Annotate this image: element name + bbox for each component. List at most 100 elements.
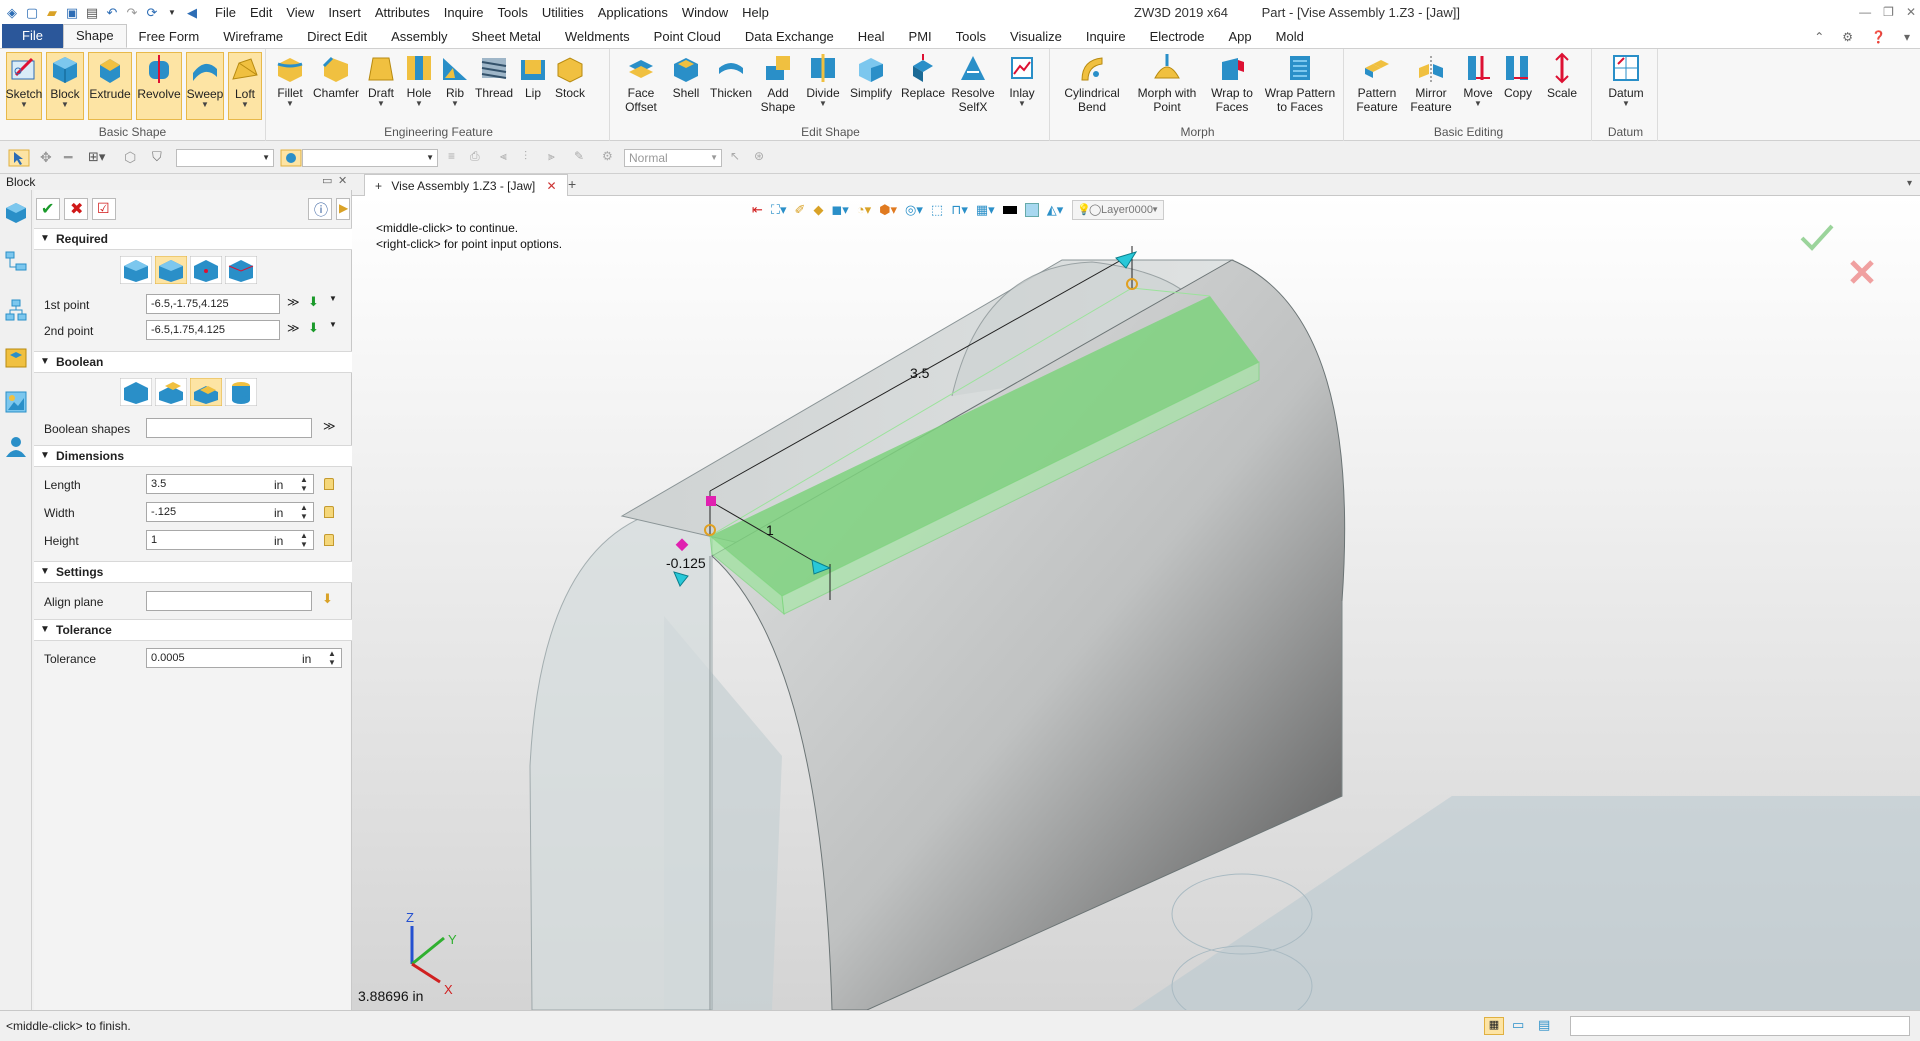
dropdown-chevron-icon[interactable]: ▼ bbox=[164, 5, 180, 21]
scale-button[interactable]: Scale bbox=[1542, 52, 1582, 100]
menu-edit[interactable]: Edit bbox=[243, 0, 279, 25]
save-icon[interactable]: ▣ bbox=[64, 5, 80, 21]
assembly-tree-icon[interactable] bbox=[4, 298, 28, 322]
revolve-button[interactable]: Revolve bbox=[136, 52, 182, 120]
new-file-icon[interactable]: ▢ bbox=[24, 5, 40, 21]
lip-button[interactable]: Lip bbox=[518, 52, 548, 100]
section-view-icon[interactable]: ⊓▾ bbox=[951, 202, 968, 218]
pin-icon[interactable]: ▭ bbox=[322, 174, 332, 187]
tab-point-cloud[interactable]: Point Cloud bbox=[642, 26, 733, 48]
extrude-button[interactable]: Extrude bbox=[88, 52, 132, 120]
menu-window[interactable]: Window bbox=[675, 0, 735, 25]
intersect-boolean-icon[interactable] bbox=[225, 378, 257, 406]
filter-type-select[interactable]: ▼ bbox=[176, 149, 274, 167]
menu-utilities[interactable]: Utilities bbox=[535, 0, 591, 25]
tab-visualize[interactable]: Visualize bbox=[998, 26, 1074, 48]
block-two-corner-icon[interactable] bbox=[120, 256, 152, 284]
datum-button[interactable]: Datum ▼ bbox=[1602, 52, 1650, 108]
width-dimension-text[interactable]: -0.125 bbox=[666, 555, 706, 571]
help-icon[interactable]: ❓ bbox=[1871, 25, 1886, 49]
chamfer-button[interactable]: Chamfer bbox=[312, 52, 360, 100]
menu-insert[interactable]: Insert bbox=[321, 0, 368, 25]
info-button[interactable]: ⓘ bbox=[308, 198, 332, 220]
height-spinner[interactable]: ▲ ▼ bbox=[300, 531, 308, 549]
window-icon[interactable]: ▤ bbox=[1538, 1017, 1550, 1033]
point-pick-icon[interactable]: ⬇ bbox=[308, 320, 319, 336]
cylindrical-bend-button[interactable]: Cylindrical Bend bbox=[1060, 52, 1124, 114]
shape-filter-icon[interactable]: ◆ bbox=[813, 202, 823, 218]
visual-styles-icon[interactable] bbox=[4, 390, 28, 414]
command-input[interactable] bbox=[1570, 1016, 1910, 1036]
material-icon[interactable]: ◭▾ bbox=[1047, 202, 1064, 218]
user-account-icon[interactable] bbox=[4, 435, 28, 459]
filter-line-icon[interactable]: ━ bbox=[64, 149, 80, 167]
menu-file[interactable]: File bbox=[208, 0, 243, 25]
back-arrow-icon[interactable]: ◀ bbox=[184, 5, 200, 21]
draft-button[interactable]: Draft ▼ bbox=[364, 52, 398, 108]
tab-sheet-metal[interactable]: Sheet Metal bbox=[460, 26, 553, 48]
shaded-cube-icon[interactable]: ◼▾ bbox=[831, 202, 848, 218]
block-center-icon[interactable] bbox=[155, 256, 187, 284]
wrap-pattern-button[interactable]: Wrap Pattern to Faces bbox=[1262, 52, 1338, 114]
thread-button[interactable]: Thread bbox=[474, 52, 514, 100]
hole-button[interactable]: Hole ▼ bbox=[402, 52, 436, 108]
tab-pmi[interactable]: PMI bbox=[897, 26, 944, 48]
length-field[interactable]: 3.5 bbox=[146, 474, 314, 494]
tab-assembly[interactable]: Assembly bbox=[379, 26, 459, 48]
wire-cube-icon[interactable]: ⬢▾ bbox=[879, 202, 897, 218]
copy-button[interactable]: Copy bbox=[1500, 52, 1536, 100]
morph-with-point-button[interactable]: Morph with Point bbox=[1132, 52, 1202, 114]
menu-view[interactable]: View bbox=[279, 0, 321, 25]
remove-boolean-icon[interactable] bbox=[190, 378, 222, 406]
pattern-feature-button[interactable]: Pattern Feature bbox=[1352, 52, 1402, 114]
ok-button[interactable]: ✔ bbox=[36, 198, 60, 220]
length-spinner[interactable]: ▲ ▼ bbox=[300, 475, 308, 493]
tab-file[interactable]: File bbox=[2, 24, 63, 48]
feature-block-icon[interactable] bbox=[4, 200, 28, 224]
inlay-button[interactable]: Inlay ▼ bbox=[1002, 52, 1042, 108]
add-shape-button[interactable]: Add Shape bbox=[758, 52, 798, 114]
section-required[interactable]: Required bbox=[34, 228, 352, 250]
point-pick-icon[interactable]: ⬇ bbox=[308, 294, 319, 310]
wrap-to-faces-button[interactable]: Wrap to Faces bbox=[1206, 52, 1258, 114]
restore-icon[interactable]: ❐ bbox=[1883, 0, 1894, 25]
tab-shape[interactable]: Shape bbox=[62, 24, 127, 48]
rebuild-icon[interactable]: ⟳ bbox=[144, 5, 160, 21]
align-center-icon[interactable]: ⫶ bbox=[524, 149, 540, 167]
boolean-shapes-field[interactable] bbox=[146, 418, 312, 438]
fillet-button[interactable]: Fillet ▼ bbox=[272, 52, 308, 108]
tolerance-spinner[interactable]: ▲ ▼ bbox=[328, 649, 336, 667]
new-tab-icon[interactable]: + bbox=[568, 176, 576, 192]
layer-select[interactable]: 💡 ◯ Layer0000 ▼ bbox=[1072, 200, 1164, 220]
filter-move-icon[interactable]: ✥ bbox=[40, 149, 56, 167]
sweep-button[interactable]: Sweep ▼ bbox=[186, 52, 224, 120]
height-field[interactable]: 1 bbox=[146, 530, 314, 550]
width-spinner[interactable]: ▲ ▼ bbox=[300, 503, 308, 521]
shell-button[interactable]: Shell bbox=[668, 52, 704, 100]
tab-wireframe[interactable]: Wireframe bbox=[211, 26, 295, 48]
target-icon[interactable]: ⊛ bbox=[754, 149, 770, 167]
chevron-down-icon[interactable]: ▼ bbox=[329, 320, 337, 329]
settings-gear-icon[interactable]: ⚙ bbox=[1842, 25, 1853, 49]
filter-shape-icon[interactable]: ⬡ bbox=[124, 149, 140, 167]
minimize-icon[interactable]: — bbox=[1859, 0, 1871, 25]
move-button[interactable]: Move ▼ bbox=[1460, 52, 1496, 108]
zoom-window-icon[interactable]: ⬚ bbox=[931, 202, 943, 218]
sketch-button[interactable]: Sketch ▼ bbox=[6, 52, 42, 120]
base-shape-icon[interactable] bbox=[120, 378, 152, 406]
pick-cursor-icon[interactable] bbox=[8, 149, 30, 167]
tab-weldments[interactable]: Weldments bbox=[553, 26, 642, 48]
first-point-field[interactable]: -6.5,-1.75,4.125 bbox=[146, 294, 280, 314]
expand-options-icon[interactable]: ≫ bbox=[287, 295, 300, 309]
block-button[interactable]: Block ▼ bbox=[46, 52, 84, 120]
section-tolerance[interactable]: Tolerance bbox=[34, 619, 352, 641]
tab-direct-edit[interactable]: Direct Edit bbox=[295, 26, 379, 48]
undo-icon[interactable]: ↶ bbox=[104, 5, 120, 21]
viewport-canvas[interactable]: 3.5 1 -0.125 Z Y X bbox=[352, 196, 1920, 1010]
open-folder-icon[interactable]: ▰ bbox=[44, 5, 60, 21]
menu-help[interactable]: Help bbox=[735, 0, 776, 25]
help-button[interactable]: ▶ bbox=[336, 198, 350, 220]
section-boolean[interactable]: Boolean bbox=[34, 351, 352, 373]
zoom-fit-icon[interactable]: ◎▾ bbox=[905, 202, 923, 218]
expand-options-icon[interactable]: ≫ bbox=[323, 419, 336, 433]
